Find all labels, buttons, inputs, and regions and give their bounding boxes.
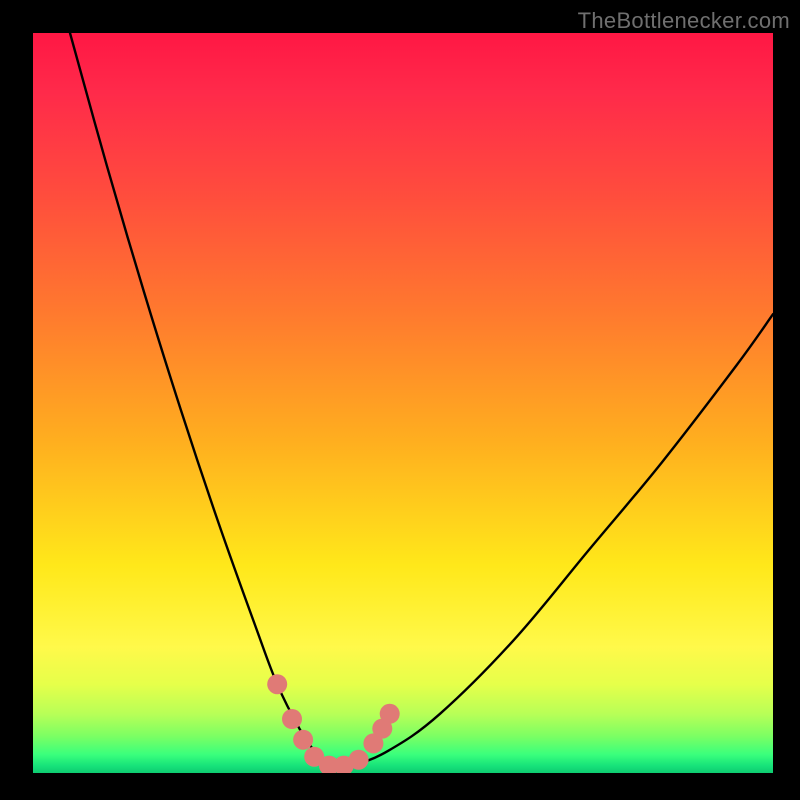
curve-markers <box>267 674 400 773</box>
curve-marker <box>293 730 313 750</box>
bottleneck-curve <box>33 33 773 773</box>
curve-marker <box>380 704 400 724</box>
curve-marker <box>349 750 369 770</box>
curve-marker <box>282 709 302 729</box>
watermark-text: TheBottlenecker.com <box>578 8 790 34</box>
chart-frame: TheBottlenecker.com <box>0 0 800 800</box>
curve-marker <box>267 674 287 694</box>
plot-area <box>33 33 773 773</box>
curve-path <box>70 33 773 768</box>
